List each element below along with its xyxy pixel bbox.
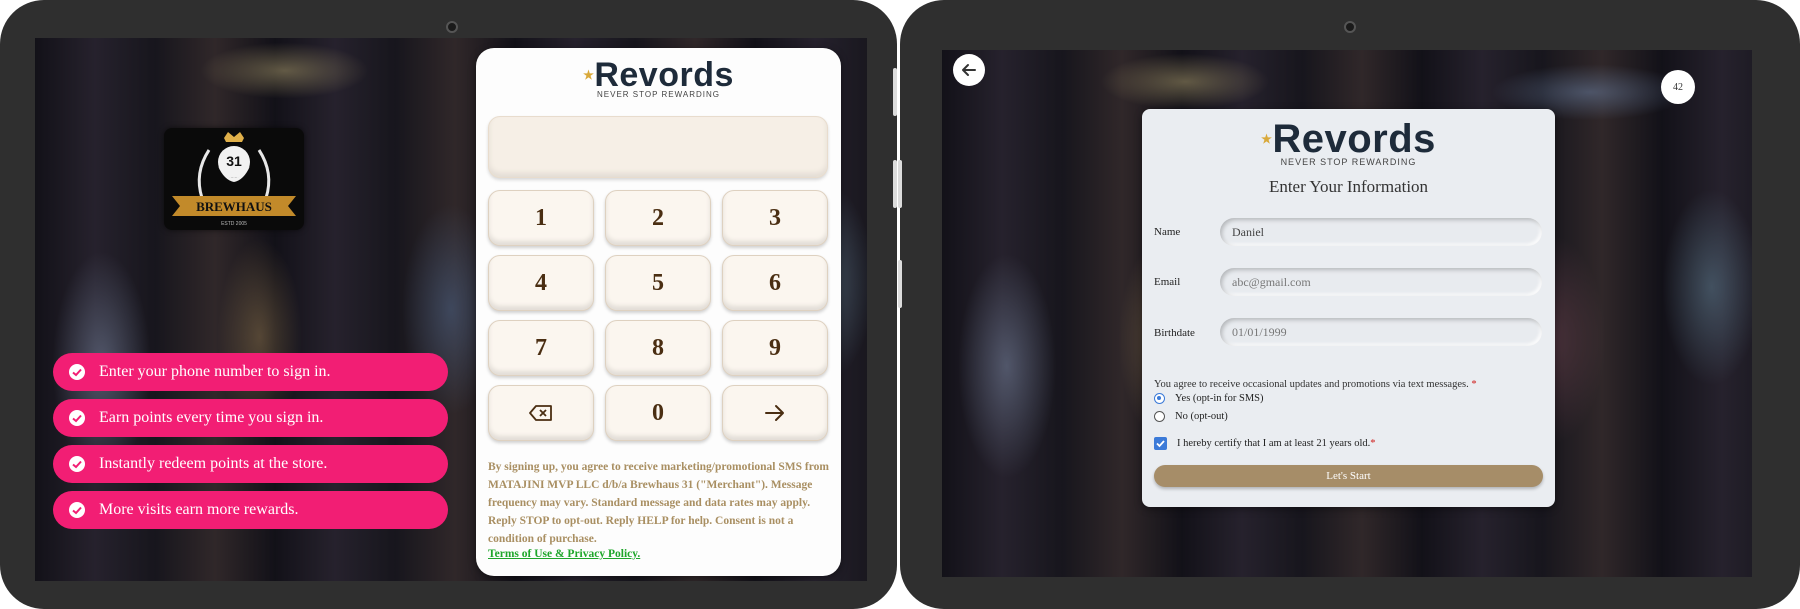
back-button[interactable] (953, 54, 985, 86)
tip-pill: Enter your phone number to sign in. (53, 353, 448, 391)
tip-text: Earn points every time you sign in. (99, 409, 324, 426)
arrow-left-icon (962, 64, 976, 76)
revords-tagline: NEVER STOP REWARDING (597, 90, 720, 99)
keypad-key-3[interactable]: 3 (722, 190, 828, 246)
info-form: ★Revords NEVER STOP REWARDING Enter Your… (1142, 109, 1555, 507)
terms-privacy-link[interactable]: Terms of Use & Privacy Policy. (488, 548, 640, 560)
keypad-key-1[interactable]: 1 (488, 190, 594, 246)
svg-text:BREWHAUS: BREWHAUS (196, 199, 272, 214)
left-tablet: 31 BREWHAUS ESTD 2005 Enter your phone n… (0, 0, 897, 609)
countdown-timer: 42 (1661, 70, 1695, 104)
keypad-key-8[interactable]: 8 (605, 320, 711, 376)
tip-pill: Earn points every time you sign in. (53, 399, 448, 437)
revords-logo: ★Revords NEVER STOP REWARDING (476, 58, 841, 99)
svg-text:ESTD 2005: ESTD 2005 (221, 221, 247, 227)
check-circle-icon (69, 456, 85, 472)
sms-opt-out-radio[interactable]: No (opt-out) (1154, 411, 1228, 422)
camera (1344, 21, 1356, 33)
camera (446, 21, 458, 33)
keypad-key-4[interactable]: 4 (488, 255, 594, 311)
keypad-panel: ★Revords NEVER STOP REWARDING 1 2 3 4 5 … (476, 48, 841, 576)
tip-text: Instantly redeem points at the store. (99, 455, 328, 472)
right-tablet: 42 ★Revords NEVER STOP REWARDING Enter Y… (898, 0, 1800, 609)
email-field[interactable]: abc@gmail.com (1220, 268, 1542, 296)
signin-screen: 31 BREWHAUS ESTD 2005 Enter your phone n… (35, 38, 867, 581)
radio-selected-icon[interactable] (1154, 393, 1165, 404)
side-button (893, 160, 897, 208)
backspace-key[interactable] (488, 385, 594, 441)
check-circle-icon (69, 364, 85, 380)
check-circle-icon (69, 410, 85, 426)
revords-tagline: NEVER STOP REWARDING (1280, 157, 1417, 167)
backspace-icon (529, 405, 552, 421)
checkbox-checked-icon[interactable] (1154, 437, 1167, 450)
side-button (898, 260, 902, 308)
lets-start-button[interactable]: Let's Start (1154, 465, 1543, 487)
keypad-key-7[interactable]: 7 (488, 320, 594, 376)
check-circle-icon (69, 502, 85, 518)
merchant-logo: 31 BREWHAUS ESTD 2005 (164, 128, 304, 230)
keypad-key-0[interactable]: 0 (605, 385, 711, 441)
birthdate-label: Birthdate (1154, 327, 1195, 339)
side-button (898, 160, 902, 208)
form-title: Enter Your Information (1268, 177, 1429, 196)
side-button (893, 68, 897, 116)
brewhaus-logo-icon: 31 BREWHAUS ESTD 2005 (172, 132, 296, 227)
sms-opt-in-radio[interactable]: Yes (opt-in for SMS) (1154, 393, 1264, 404)
tip-pill: More visits earn more rewards. (53, 491, 448, 529)
age-certify-checkbox[interactable]: I hereby certify that I am at least 21 y… (1154, 437, 1376, 450)
sms-consent-text: You agree to receive occasional updates … (1154, 379, 1477, 390)
name-label: Name (1154, 226, 1181, 238)
name-field[interactable]: Daniel (1220, 218, 1542, 246)
submit-key[interactable] (722, 385, 828, 441)
star-icon: ★ (583, 68, 595, 82)
keypad-key-9[interactable]: 9 (722, 320, 828, 376)
svg-text:31: 31 (226, 153, 242, 169)
phone-number-display[interactable] (488, 116, 828, 178)
revords-logo: ★Revords NEVER STOP REWARDING (1142, 119, 1555, 167)
tip-text: Enter your phone number to sign in. (99, 363, 331, 380)
birthdate-field[interactable]: 01/01/1999 (1220, 318, 1542, 346)
tip-pill: Instantly redeem points at the store. (53, 445, 448, 483)
keypad-key-2[interactable]: 2 (605, 190, 711, 246)
keypad-key-5[interactable]: 5 (605, 255, 711, 311)
info-screen: 42 ★Revords NEVER STOP REWARDING Enter Y… (942, 50, 1752, 577)
arrow-right-icon (765, 405, 784, 421)
sms-disclaimer: By signing up, you agree to receive mark… (488, 461, 829, 545)
radio-unselected-icon[interactable] (1154, 411, 1165, 422)
email-label: Email (1154, 276, 1181, 288)
tip-text: More visits earn more rewards. (99, 501, 299, 518)
keypad-key-6[interactable]: 6 (722, 255, 828, 311)
star-icon: ★ (1261, 132, 1273, 146)
